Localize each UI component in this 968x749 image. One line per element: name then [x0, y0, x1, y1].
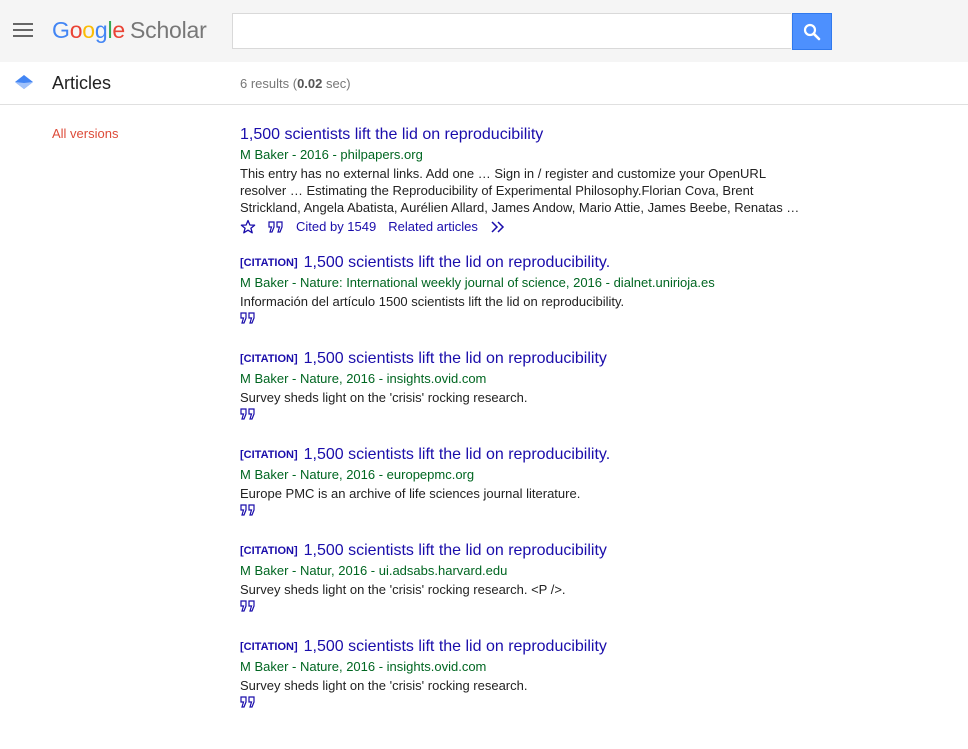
search-box — [232, 13, 791, 49]
results-count: 6 results (0.02 sec) — [240, 76, 351, 91]
result-title: [CITATION] 1,500 scientists lift the lid … — [240, 637, 810, 657]
citation-tag: [CITATION] — [240, 545, 298, 557]
result-actions: Cited by 1549 Related articles — [240, 218, 810, 236]
logo-letter: e — [112, 17, 125, 43]
result-snippet: This entry has no external links. Add on… — [240, 165, 810, 216]
result-item: [CITATION] 1,500 scientists lift the lid … — [240, 445, 810, 516]
logo-letter: G — [52, 17, 70, 43]
cite-icon[interactable] — [240, 696, 256, 708]
result-title-link[interactable]: 1,500 scientists lift the lid on reprodu… — [304, 638, 607, 655]
snippet-line: This entry has no external links. Add on… — [240, 166, 767, 181]
result-title: [CITATION] 1,500 scientists lift the lid … — [240, 445, 810, 465]
result-meta: M Baker - Natur, 2016 - ui.adsabs.harvar… — [240, 563, 508, 578]
logo-letter: o — [82, 17, 95, 43]
section-title: Articles — [52, 73, 112, 93]
logo-letter: g — [94, 17, 108, 43]
result-snippet: Survey sheds light on the 'crisis' rocki… — [240, 390, 528, 405]
result-snippet: Europe PMC is an archive of life science… — [240, 486, 581, 501]
result-title-link[interactable]: 1,500 scientists lift the lid on reprodu… — [304, 254, 611, 271]
hamburger-icon[interactable] — [13, 22, 33, 38]
cite-icon[interactable] — [240, 600, 256, 612]
results-time: 0.02 — [297, 76, 323, 91]
result-item: [CITATION] 1,500 scientists lift the lid … — [240, 349, 810, 420]
result-actions — [240, 312, 810, 324]
cite-icon[interactable] — [240, 504, 256, 516]
all-versions-link[interactable]: All versions — [52, 126, 118, 141]
cite-icon[interactable] — [240, 408, 256, 420]
result-meta: M Baker - Nature: International weekly j… — [240, 275, 715, 290]
result-snippet: Survey sheds light on the 'crisis' rocki… — [240, 678, 528, 693]
result-title: [CITATION] 1,500 scientists lift the lid … — [240, 541, 810, 561]
results-prefix: 6 results ( — [240, 76, 298, 91]
citation-tag: [CITATION] — [240, 641, 298, 653]
result-snippet: Información del artículo 1500 scientists… — [240, 294, 625, 309]
result-title-link[interactable]: 1,500 scientists lift the lid on reprodu… — [304, 542, 607, 559]
result-actions — [240, 696, 810, 708]
result-item: 1,500 scientists lift the lid on reprodu… — [240, 125, 810, 236]
result-actions — [240, 504, 810, 516]
result-title-link[interactable]: 1,500 scientists lift the lid on reprodu… — [240, 126, 543, 143]
result-title: [CITATION] 1,500 scientists lift the lid … — [240, 253, 810, 273]
cited-by-link[interactable]: Cited by 1549 — [296, 218, 376, 236]
cite-icon[interactable] — [240, 312, 256, 324]
result-item: [CITATION] 1,500 scientists lift the lid … — [240, 541, 810, 612]
result-meta: M Baker - 2016 - philpapers.org — [240, 147, 423, 162]
star-icon[interactable] — [240, 219, 256, 235]
articles-icon — [15, 75, 33, 89]
cite-icon[interactable] — [268, 221, 284, 233]
result-item: [CITATION] 1,500 scientists lift the lid … — [240, 253, 810, 324]
results-bar: Articles 6 results (0.02 sec) — [0, 62, 968, 105]
top-bar: Google Scholar — [0, 0, 968, 62]
related-articles-link[interactable]: Related articles — [388, 218, 478, 236]
logo-scholar-text: Scholar — [130, 17, 207, 43]
search-button[interactable] — [792, 13, 832, 50]
logo-letter: o — [69, 17, 83, 43]
result-meta: M Baker - Nature, 2016 - insights.ovid.c… — [240, 371, 487, 386]
result-meta: M Baker - Nature, 2016 - europepmc.org — [240, 467, 475, 482]
search-icon — [803, 23, 821, 40]
citation-tag: [CITATION] — [240, 449, 298, 461]
citation-tag: [CITATION] — [240, 257, 298, 269]
result-actions — [240, 600, 810, 612]
citation-tag: [CITATION] — [240, 353, 298, 365]
result-title-link[interactable]: 1,500 scientists lift the lid on reprodu… — [304, 446, 611, 463]
results-suffix: sec) — [322, 76, 351, 91]
snippet-line: Strickland, Angela Abatista, Aurélien Al… — [240, 200, 800, 215]
result-title-link[interactable]: 1,500 scientists lift the lid on reprodu… — [304, 350, 607, 367]
search-input[interactable] — [233, 14, 791, 48]
result-title: 1,500 scientists lift the lid on reprodu… — [240, 125, 810, 145]
result-actions — [240, 408, 810, 420]
result-snippet: Survey sheds light on the 'crisis' rocki… — [240, 582, 566, 597]
google-scholar-logo[interactable]: Google Scholar — [52, 15, 207, 45]
result-meta: M Baker - Nature, 2016 - insights.ovid.c… — [240, 659, 487, 674]
snippet-line: resolver … Estimating the Reproducibilit… — [240, 183, 754, 198]
result-title: [CITATION] 1,500 scientists lift the lid … — [240, 349, 810, 369]
more-icon[interactable] — [490, 221, 506, 233]
result-item: [CITATION] 1,500 scientists lift the lid … — [240, 637, 810, 708]
